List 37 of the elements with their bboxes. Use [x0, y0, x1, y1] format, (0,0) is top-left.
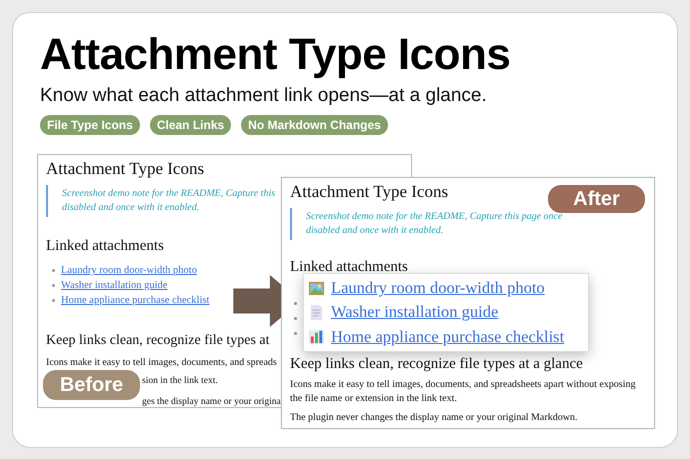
- note-line: Screenshot demo note for the README, Capture this: [62, 187, 276, 201]
- body-text: ges the display name or your origina: [142, 396, 281, 407]
- attachment-link[interactable]: Laundry room door-width photo: [308, 278, 584, 298]
- note-title: Attachment Type Icons: [46, 159, 204, 179]
- attachment-link[interactable]: Home appliance purchase checklist: [61, 295, 210, 306]
- after-badge: After: [548, 185, 645, 213]
- attachment-link[interactable]: Washer installation guide: [308, 302, 584, 322]
- body-text: sion in the link text.: [142, 375, 218, 388]
- body-text: Icons make it easy to tell images, documents, and spreads: [46, 356, 277, 370]
- list-bullet: [294, 317, 297, 320]
- attachment-link[interactable]: Washer installation guide: [61, 280, 168, 291]
- note-line: disabled and once with it enabled.: [306, 224, 444, 238]
- document-icon: [308, 304, 325, 321]
- body-text: Icons make it easy to tell images, documents, and spreadsheets apart without exposing the file name or extension in the link text.: [290, 378, 636, 406]
- list-bullet: [294, 302, 297, 305]
- feature-tag: No Markdown Changes: [241, 115, 388, 135]
- image-icon: [308, 280, 325, 297]
- section-heading: Linked attachments: [290, 258, 408, 276]
- attachment-link[interactable]: Laundry room door-width photo: [61, 265, 197, 276]
- feature-tag: File Type Icons: [40, 115, 140, 135]
- list-bullet: [294, 332, 297, 335]
- note-title: Attachment Type Icons: [290, 182, 448, 202]
- body-text: The plugin never changes the display name or your original Markdown.: [290, 411, 578, 425]
- attachment-link[interactable]: Home appliance purchase checklist: [308, 326, 584, 347]
- list-bullet: [52, 269, 55, 272]
- note-line: Screenshot demo note for the README, Capture this page once: [306, 210, 562, 224]
- note-line: disabled and once with it enabled.: [62, 201, 200, 215]
- section-heading: Linked attachments: [46, 237, 164, 255]
- page-title: Attachment Type Icons: [40, 33, 512, 77]
- section-heading: Keep links clean, recognize file types at: [46, 332, 270, 349]
- feature-tag: Clean Links: [150, 115, 232, 135]
- bar-chart-icon: [308, 328, 325, 346]
- section-heading: Keep links clean, recognize file types at a glance: [290, 356, 583, 373]
- list-bullet: [52, 284, 55, 287]
- subtitle: Know what each attachment link opens—at a glance.: [40, 85, 488, 107]
- before-badge: Before: [43, 370, 140, 400]
- list-bullet: [52, 299, 55, 302]
